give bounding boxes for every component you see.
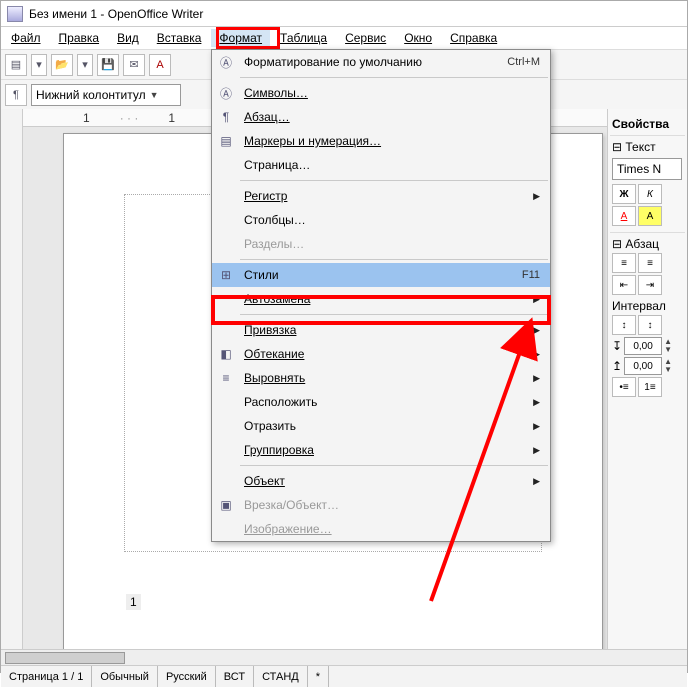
sidebar-group-text[interactable]: ⊟ Текст — [612, 140, 683, 154]
indent-above-spinner[interactable]: ↧0,00▲▼ — [612, 337, 683, 355]
paragraph-icon: ¶ — [212, 110, 240, 124]
menu-item-flip[interactable]: Отразить ▶ — [212, 414, 550, 438]
menu-window[interactable]: Окно — [396, 29, 440, 47]
menu-bar: Файл Правка Вид Вставка Формат Таблица С… — [1, 27, 687, 49]
bullets-button[interactable]: •≡ — [612, 377, 636, 397]
menu-item-page[interactable]: Страница… — [212, 153, 550, 177]
wrap-icon: ◧ — [212, 347, 240, 361]
clear-format-icon: Ⓐ — [212, 54, 240, 71]
status-selection-mode[interactable]: СТАНД — [254, 666, 308, 687]
menu-help[interactable]: Справка — [442, 29, 505, 47]
menu-item-characters[interactable]: Ⓐ Символы… — [212, 81, 550, 105]
status-page[interactable]: Страница 1 / 1 — [1, 666, 92, 687]
menu-item-arrange[interactable]: Расположить ▶ — [212, 390, 550, 414]
menu-item-columns[interactable]: Столбцы… — [212, 208, 550, 232]
submenu-arrow-icon: ▶ — [525, 325, 540, 336]
submenu-arrow-icon: ▶ — [525, 421, 540, 432]
align-left-button[interactable]: ≡ — [612, 253, 636, 273]
spacing-inc-button[interactable]: ↕ — [612, 315, 636, 335]
menu-item-wrap[interactable]: ◧ Обтекание ▶ — [212, 342, 550, 366]
new-doc-arrow[interactable]: ▾ — [31, 54, 47, 76]
bullets-icon: ▤ — [212, 134, 240, 148]
submenu-arrow-icon: ▶ — [525, 445, 540, 456]
sidebar-title: Свойства — [610, 113, 685, 135]
new-doc-button[interactable]: ▤ — [5, 54, 27, 76]
title-bar: Без имени 1 - OpenOffice Writer — [1, 1, 687, 27]
spacing-dec-button[interactable]: ↕ — [638, 315, 662, 335]
styles-icon: ⊞ — [212, 268, 240, 282]
page-number-field[interactable]: 1 — [126, 594, 141, 610]
open-arrow[interactable]: ▾ — [77, 54, 93, 76]
save-button[interactable]: 💾 — [97, 54, 119, 76]
indent-below-spinner[interactable]: ↥0,00▲▼ — [612, 357, 683, 375]
numbering-button[interactable]: 1≡ — [638, 377, 662, 397]
menu-item-frame: ▣ Врезка/Объект… — [212, 493, 550, 517]
menu-table[interactable]: Таблица — [272, 29, 335, 47]
frame-icon: ▣ — [212, 498, 240, 512]
horizontal-scrollbar[interactable] — [1, 649, 687, 665]
menu-item-styles[interactable]: ⊞ Стили F11 — [212, 263, 550, 287]
status-style[interactable]: Обычный — [92, 666, 158, 687]
menu-item-default-formatting[interactable]: Ⓐ Форматирование по умолчанию Ctrl+M — [212, 50, 550, 74]
styles-dialog-button[interactable]: ¶ — [5, 84, 27, 106]
menu-item-image: Изображение… — [212, 517, 550, 541]
email-button[interactable]: ✉ — [123, 54, 145, 76]
indent-decrease-button[interactable]: ⇤ — [612, 275, 636, 295]
menu-item-object[interactable]: Объект ▶ — [212, 469, 550, 493]
format-dropdown-menu: Ⓐ Форматирование по умолчанию Ctrl+M Ⓐ С… — [211, 49, 551, 542]
vertical-ruler[interactable] — [1, 109, 23, 649]
menu-format[interactable]: Формат — [211, 29, 270, 47]
submenu-arrow-icon: ▶ — [525, 476, 540, 487]
align-icon: ≡ — [212, 371, 240, 385]
menu-file[interactable]: Файл — [3, 29, 49, 47]
menu-insert[interactable]: Вставка — [149, 29, 210, 47]
status-insert-mode[interactable]: ВСТ — [216, 666, 254, 687]
highlight-color-button[interactable]: A — [638, 206, 662, 226]
sidebar-properties: Свойства ⊟ Текст Times N Ж К A A ⊟ Абзац… — [607, 109, 687, 649]
character-icon: Ⓐ — [212, 85, 240, 102]
font-color-button[interactable]: A — [612, 206, 636, 226]
indent-increase-button[interactable]: ⇥ — [638, 275, 662, 295]
bold-button[interactable]: Ж — [612, 184, 636, 204]
font-name-combo[interactable]: Times N — [612, 158, 682, 180]
menu-edit[interactable]: Правка — [51, 29, 108, 47]
align-center-button[interactable]: ≡ — [638, 253, 662, 273]
menu-view[interactable]: Вид — [109, 29, 147, 47]
menu-item-anchor[interactable]: Привязка ▶ — [212, 318, 550, 342]
window-title: Без имени 1 - OpenOffice Writer — [29, 7, 203, 21]
italic-button[interactable]: К — [638, 184, 662, 204]
submenu-arrow-icon: ▶ — [525, 397, 540, 408]
submenu-arrow-icon: ▶ — [525, 349, 540, 360]
menu-item-autocorrect[interactable]: Автозамена ▶ — [212, 287, 550, 311]
status-language[interactable]: Русский — [158, 666, 216, 687]
menu-item-case[interactable]: Регистр ▶ — [212, 184, 550, 208]
app-icon — [7, 6, 23, 22]
scrollbar-thumb[interactable] — [5, 652, 125, 664]
chevron-down-icon: ▼ — [150, 90, 159, 100]
paragraph-style-combo[interactable]: Нижний колонтитул ▼ — [31, 84, 181, 106]
sidebar-group-paragraph[interactable]: ⊟ Абзац — [612, 237, 683, 251]
menu-item-paragraph[interactable]: ¶ Абзац… — [212, 105, 550, 129]
menu-tools[interactable]: Сервис — [337, 29, 394, 47]
menu-item-sections: Разделы… — [212, 232, 550, 256]
pdf-button[interactable]: A — [149, 54, 171, 76]
menu-item-group[interactable]: Группировка ▶ — [212, 438, 550, 462]
submenu-arrow-icon: ▶ — [525, 191, 540, 202]
menu-item-align[interactable]: ≡ Выровнять ▶ — [212, 366, 550, 390]
open-button[interactable]: 📂 — [51, 54, 73, 76]
paragraph-style-value: Нижний колонтитул — [36, 88, 146, 102]
status-bar: Страница 1 / 1 Обычный Русский ВСТ СТАНД… — [1, 665, 687, 687]
submenu-arrow-icon: ▶ — [525, 294, 540, 305]
spacing-label: Интервал — [612, 299, 683, 313]
menu-item-bullets[interactable]: ▤ Маркеры и нумерация… — [212, 129, 550, 153]
status-modified: * — [308, 666, 329, 687]
submenu-arrow-icon: ▶ — [525, 373, 540, 384]
